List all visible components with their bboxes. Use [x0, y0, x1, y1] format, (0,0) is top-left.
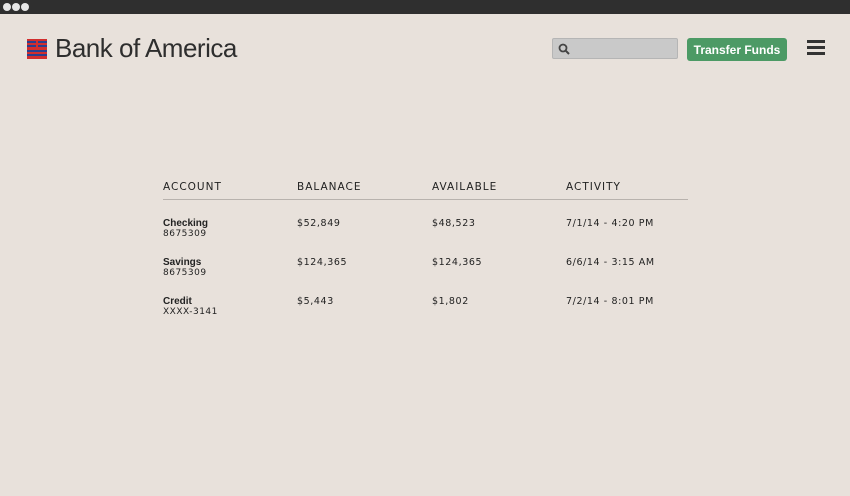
accounts-table: ACCOUNT BALANACE AVAILABLE ACTIVITY Chec… — [163, 181, 688, 335]
activity-value: 7/2/14 - 8:01 PM — [566, 296, 654, 307]
balance-value: $52,849 — [297, 218, 341, 229]
account-name[interactable]: Savings — [163, 257, 297, 268]
balance-value: $5,443 — [297, 296, 334, 307]
window-close-dot[interactable] — [3, 3, 11, 11]
balance-value: $124,365 — [297, 257, 348, 268]
account-name[interactable]: Checking — [163, 218, 297, 229]
account-number: 8675309 — [163, 229, 207, 239]
table-header: ACCOUNT BALANACE AVAILABLE ACTIVITY — [163, 181, 688, 200]
search-input[interactable] — [575, 39, 675, 58]
header-available: AVAILABLE — [432, 181, 498, 193]
account-number: XXXX-3141 — [163, 307, 218, 317]
table-row[interactable]: Savings 8675309 $124,365 $124,365 6/6/14… — [163, 257, 688, 296]
activity-value: 6/6/14 - 3:15 AM — [566, 257, 655, 268]
header-activity: ACTIVITY — [566, 181, 621, 193]
brand-logo[interactable]: Bank of America — [27, 33, 237, 64]
header-balance: BALANACE — [297, 181, 362, 193]
search-icon — [558, 43, 570, 55]
window-titlebar — [0, 0, 850, 14]
window-zoom-dot[interactable] — [21, 3, 29, 11]
brand-name: Bank of America — [55, 33, 237, 63]
window-minimize-dot[interactable] — [12, 3, 20, 11]
account-name[interactable]: Credit — [163, 296, 297, 307]
header-account: ACCOUNT — [163, 181, 222, 193]
table-row[interactable]: Checking 8675309 $52,849 $48,523 7/1/14 … — [163, 218, 688, 257]
search-box[interactable] — [552, 38, 678, 59]
available-value: $1,802 — [432, 296, 469, 307]
available-value: $124,365 — [432, 257, 483, 268]
activity-value: 7/1/14 - 4:20 PM — [566, 218, 654, 229]
table-row[interactable]: Credit XXXX-3141 $5,443 $1,802 7/2/14 - … — [163, 296, 688, 335]
available-value: $48,523 — [432, 218, 476, 229]
transfer-funds-button[interactable]: Transfer Funds — [687, 38, 787, 61]
hamburger-menu-icon[interactable] — [807, 39, 825, 57]
account-number: 8675309 — [163, 268, 207, 278]
flag-logo-icon — [27, 38, 47, 59]
